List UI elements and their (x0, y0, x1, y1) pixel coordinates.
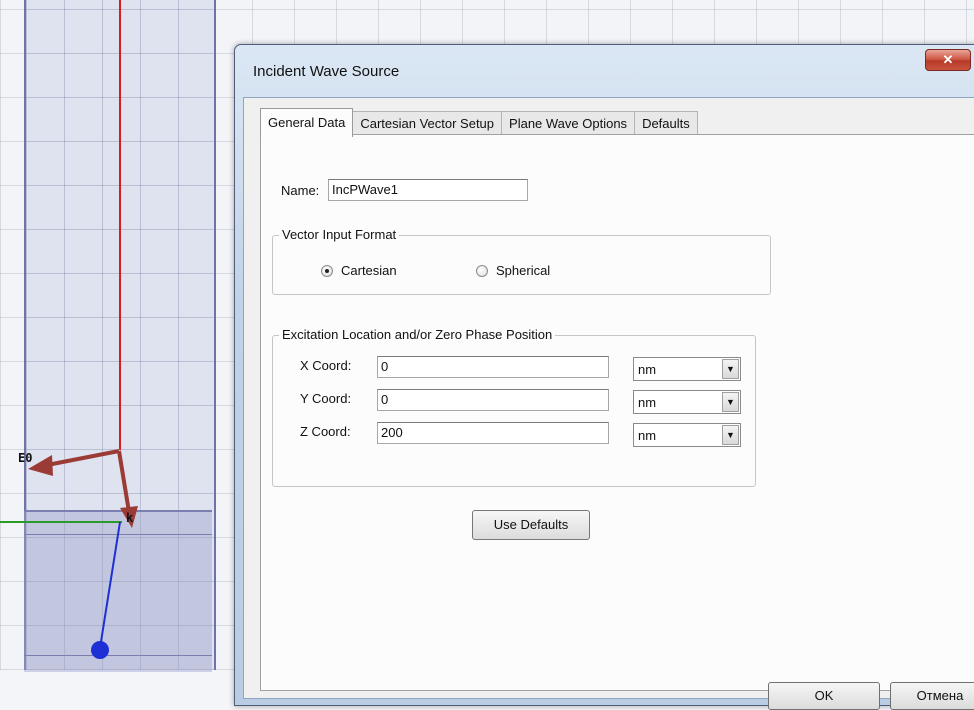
x-coord-unit-select[interactable]: nm ▼ (633, 357, 741, 381)
dropdown-arrow-icon[interactable]: ▼ (722, 359, 739, 379)
dropdown-arrow-icon[interactable]: ▼ (722, 392, 739, 412)
cartesian-radio[interactable]: Cartesian (321, 263, 397, 278)
name-label: Name: (281, 183, 320, 198)
e0-label: E0 (18, 451, 33, 465)
tab-general-data[interactable]: General Data (260, 108, 354, 137)
z-coord-unit-value: nm (638, 428, 657, 443)
z-coord-label: Z Coord: (300, 424, 351, 439)
x-coord-unit-value: nm (638, 362, 657, 377)
x-axis-line (99, 521, 121, 649)
y-coord-input[interactable] (377, 389, 609, 411)
cartesian-radio-label: Cartesian (341, 263, 397, 278)
k-vector (117, 450, 131, 513)
x-coord-input[interactable] (377, 356, 609, 378)
z-coord-unit-select[interactable]: nm ▼ (633, 423, 741, 447)
cancel-button[interactable]: Отмена (890, 682, 974, 710)
excitation-location-group: Excitation Location and/or Zero Phase Po… (272, 327, 756, 487)
y-coord-unit-select[interactable]: nm ▼ (633, 390, 741, 414)
dialog-title: Incident Wave Source (253, 63, 400, 80)
vector-input-format-title: Vector Input Format (279, 227, 400, 242)
general-data-panel: Name: Vector Input Format Cartesian Sphe… (260, 134, 974, 691)
dialog-client-area: General Data Cartesian Vector Setup Plan… (243, 97, 974, 710)
x-coord-label: X Coord: (300, 358, 352, 373)
y-coord-label: Y Coord: (300, 391, 352, 406)
ok-button[interactable]: OK (768, 682, 880, 710)
radio-button-icon (476, 264, 488, 277)
name-input[interactable] (328, 179, 528, 201)
y-coord-unit-value: nm (638, 395, 657, 410)
tab-plane-wave-options[interactable]: Plane Wave Options (501, 111, 636, 136)
incident-wave-source-dialog: Incident Wave Source ✕ General Data Cart… (234, 44, 974, 710)
incident-wave-vectors (28, 449, 138, 659)
close-button[interactable]: ✕ (925, 49, 971, 71)
k-label: k (126, 511, 134, 525)
use-defaults-button[interactable]: Use Defaults (472, 510, 590, 540)
vector-input-format-group: Vector Input Format Cartesian Spherical (272, 227, 771, 295)
excitation-location-title: Excitation Location and/or Zero Phase Po… (279, 327, 556, 342)
spherical-radio[interactable]: Spherical (476, 263, 550, 278)
origin-marker (91, 641, 109, 659)
e-vector (41, 449, 120, 468)
tab-strip: General Data Cartesian Vector Setup Plan… (260, 108, 698, 137)
tab-cartesian-vector-setup[interactable]: Cartesian Vector Setup (352, 111, 503, 136)
z-coord-input[interactable] (377, 422, 609, 444)
dropdown-arrow-icon[interactable]: ▼ (722, 425, 739, 445)
tab-defaults[interactable]: Defaults (634, 111, 698, 136)
close-icon: ✕ (942, 52, 954, 67)
radio-button-selected-icon (321, 264, 333, 277)
spherical-radio-label: Spherical (496, 263, 551, 278)
